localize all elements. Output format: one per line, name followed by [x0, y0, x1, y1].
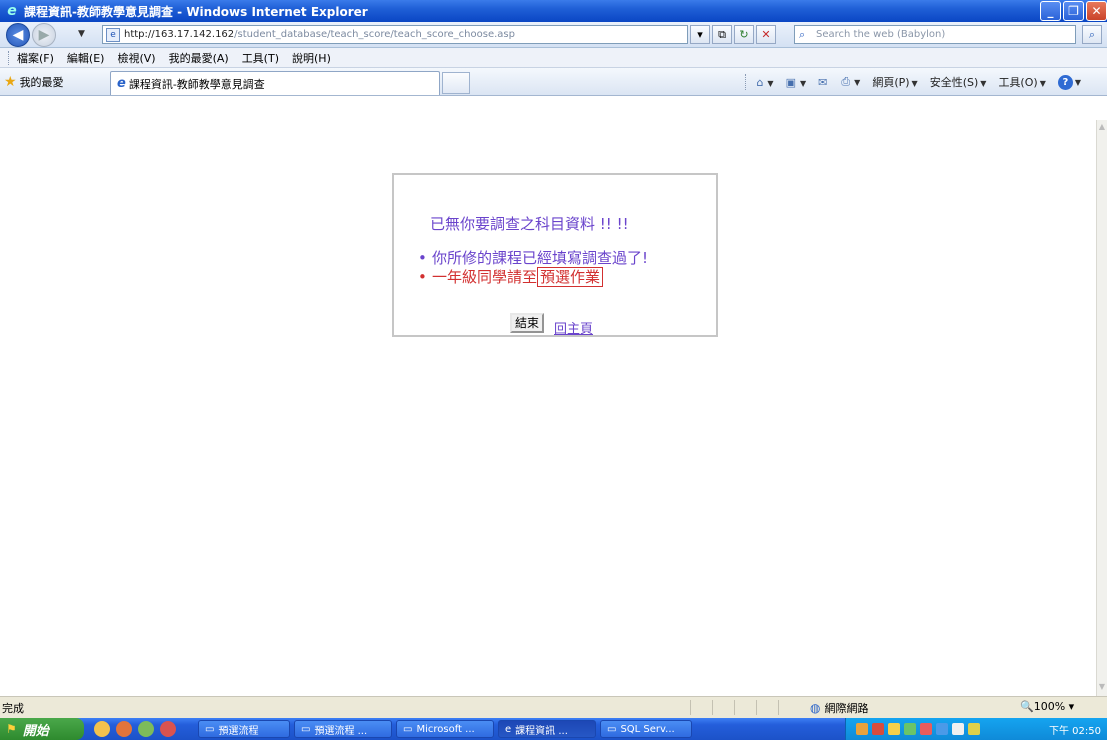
- security-zone[interactable]: ◍ 網際網路: [810, 700, 868, 716]
- taskbar-item[interactable]: ▭ 預選流程: [198, 720, 290, 738]
- help-icon: ?: [1057, 74, 1073, 90]
- mail-icon: ✉: [818, 75, 828, 89]
- tray-icon[interactable]: [904, 723, 916, 735]
- scroll-up-icon[interactable]: ▲: [1097, 122, 1107, 136]
- home-icon: ⌂: [756, 75, 764, 89]
- back-button[interactable]: ◀: [6, 23, 30, 47]
- windows-flag-icon: ⚑: [6, 722, 17, 736]
- tray-icon[interactable]: [872, 723, 884, 735]
- favorites-button[interactable]: ★ 我的最愛: [4, 74, 64, 90]
- taskbar-item[interactable]: ▭ Microsoft ...: [396, 720, 494, 738]
- vertical-scrollbar[interactable]: ▲ ▼: [1096, 120, 1107, 698]
- navigation-bar: ◀ ▶ ▼ e http://163.17.142.162/student_da…: [0, 22, 1107, 48]
- compatibility-icon[interactable]: ⧉: [712, 25, 732, 44]
- print-button[interactable]: ⎙ ▼: [841, 75, 860, 89]
- search-input[interactable]: ⌕ Search the web (Babylon): [794, 25, 1076, 44]
- menu-tools[interactable]: 工具(T): [242, 50, 279, 66]
- search-engine-icon: ⌕: [799, 27, 806, 41]
- no-data-message: 已無你要調查之科目資料 !! !!: [430, 215, 629, 233]
- home-link[interactable]: 回主頁: [554, 318, 593, 337]
- menu-edit[interactable]: 編輯(E): [67, 50, 105, 66]
- tab-bar: ★ 我的最愛 e 課程資訊-教師教學意見調查 ⌂ ▼ ▣ ▼ ✉ ⎙ ▼ 網頁(P) ▼…: [0, 68, 1107, 96]
- already-filled-text: 你所修的課程已經填寫調查過了!: [432, 249, 649, 267]
- forward-button[interactable]: ▶: [32, 23, 56, 47]
- search-icon[interactable]: ⌕: [1082, 25, 1102, 44]
- tray-icon[interactable]: [856, 723, 868, 735]
- quick-launch-icon[interactable]: [138, 721, 154, 737]
- address-field[interactable]: e http://163.17.142.162/student_database…: [102, 25, 688, 44]
- command-bar: ⌂ ▼ ▣ ▼ ✉ ⎙ ▼ 網頁(P) ▼ 安全性(S) ▼ 工具(O) ▼ ? ▼: [745, 74, 1093, 90]
- feeds-button[interactable]: ▣ ▼: [786, 76, 807, 89]
- address-dropdown-button[interactable]: ▾: [690, 25, 710, 44]
- feeds-icon: ▣: [785, 75, 796, 89]
- notice-box: 已無你要調查之科目資料 !! !! • 你所修的課程已經填寫調查過了! • 一年級同…: [392, 173, 718, 337]
- ie-window: e 課程資訊-教師教學意見調查 - Windows Internet Explo…: [0, 0, 1107, 740]
- tray-icon[interactable]: [888, 723, 900, 735]
- taskbar-item[interactable]: ▭ 預選流程 ...: [294, 720, 392, 738]
- tools-menu[interactable]: 工具(O) ▼: [998, 74, 1045, 90]
- zoom-level[interactable]: 🔍100% ▾: [1020, 700, 1074, 713]
- end-button[interactable]: 結束: [510, 313, 545, 333]
- menu-view[interactable]: 檢視(V): [117, 50, 155, 66]
- tray-icon[interactable]: [968, 723, 980, 735]
- freshman-prefix-text: 一年級同學請至: [432, 268, 538, 286]
- start-button[interactable]: ⚑ 開始: [0, 718, 84, 740]
- list-item: • 一年級同學請至 預選作業: [418, 267, 648, 287]
- menu-favorites[interactable]: 我的最愛(A): [169, 50, 229, 66]
- quick-launch-icon[interactable]: [160, 721, 176, 737]
- address-url: http://163.17.142.162/student_database/t…: [124, 29, 515, 40]
- title-bar: e 課程資訊-教師教學意見調查 - Windows Internet Explo…: [0, 0, 1107, 22]
- clock[interactable]: 下午 02:50: [1049, 722, 1101, 737]
- favorites-star-icon: ★: [4, 74, 17, 90]
- menu-grip: [8, 50, 11, 65]
- quick-launch: [94, 721, 176, 737]
- tray-icon[interactable]: [920, 723, 932, 735]
- safety-menu[interactable]: 安全性(S) ▼: [930, 74, 987, 90]
- tab-ie-icon: e: [117, 76, 126, 91]
- maximize-button[interactable]: ❐: [1063, 1, 1084, 21]
- menu-bar: 檔案(F) 編輯(E) 檢視(V) 我的最愛(A) 工具(T) 說明(H): [0, 48, 1107, 68]
- new-tab-button[interactable]: [442, 72, 470, 94]
- taskbar-item[interactable]: ▭ SQL Serv...: [600, 720, 692, 738]
- menu-file[interactable]: 檔案(F): [17, 50, 54, 66]
- close-button[interactable]: ✕: [1086, 1, 1107, 21]
- ie-logo-icon: e: [7, 3, 17, 19]
- home-button[interactable]: ⌂ ▼: [756, 76, 773, 89]
- list-item: • 你所修的課程已經填寫調查過了!: [418, 249, 649, 267]
- taskbar: ⚑ 開始 ▭ 預選流程 ▭ 預選流程 ... ▭ Microsoft ... e 課程資…: [0, 718, 1107, 740]
- minimize-button[interactable]: _: [1040, 1, 1061, 21]
- tray-icon[interactable]: [936, 723, 948, 735]
- tab-current-page[interactable]: e 課程資訊-教師教學意見調查: [110, 71, 440, 95]
- refresh-icon[interactable]: ↻: [734, 25, 754, 44]
- help-button[interactable]: ? ▼: [1057, 74, 1081, 90]
- notice-list: • 你所修的課程已經填寫調查過了! • 一年級同學請至 預選作業: [418, 249, 648, 287]
- quick-launch-icon[interactable]: [94, 721, 110, 737]
- stop-icon[interactable]: ✕: [756, 25, 776, 44]
- mail-button[interactable]: ✉: [818, 76, 829, 89]
- window-title: 課程資訊-教師教學意見調查 - Windows Internet Explore…: [24, 4, 368, 19]
- preselect-link[interactable]: 預選作業: [537, 267, 604, 287]
- status-text: 完成: [2, 701, 24, 715]
- page-menu[interactable]: 網頁(P) ▼: [872, 74, 917, 90]
- tray-icon[interactable]: [952, 723, 964, 735]
- taskbar-item[interactable]: e 課程資訊 ...: [498, 720, 596, 738]
- page-icon: e: [106, 27, 120, 42]
- menu-help[interactable]: 說明(H): [292, 50, 331, 66]
- print-icon: ⎙: [841, 75, 851, 88]
- system-tray: 下午 02:50: [845, 718, 1107, 740]
- window-controls: _ ❐ ✕: [1038, 1, 1107, 21]
- globe-icon: ◍: [810, 701, 821, 715]
- quick-launch-icon[interactable]: [116, 721, 132, 737]
- status-bar: 完成 ◍ 網際網路 🔍100% ▾: [0, 696, 1107, 718]
- recent-pages-dropdown-icon[interactable]: ▼: [78, 29, 85, 39]
- scroll-down-icon[interactable]: ▼: [1097, 682, 1107, 696]
